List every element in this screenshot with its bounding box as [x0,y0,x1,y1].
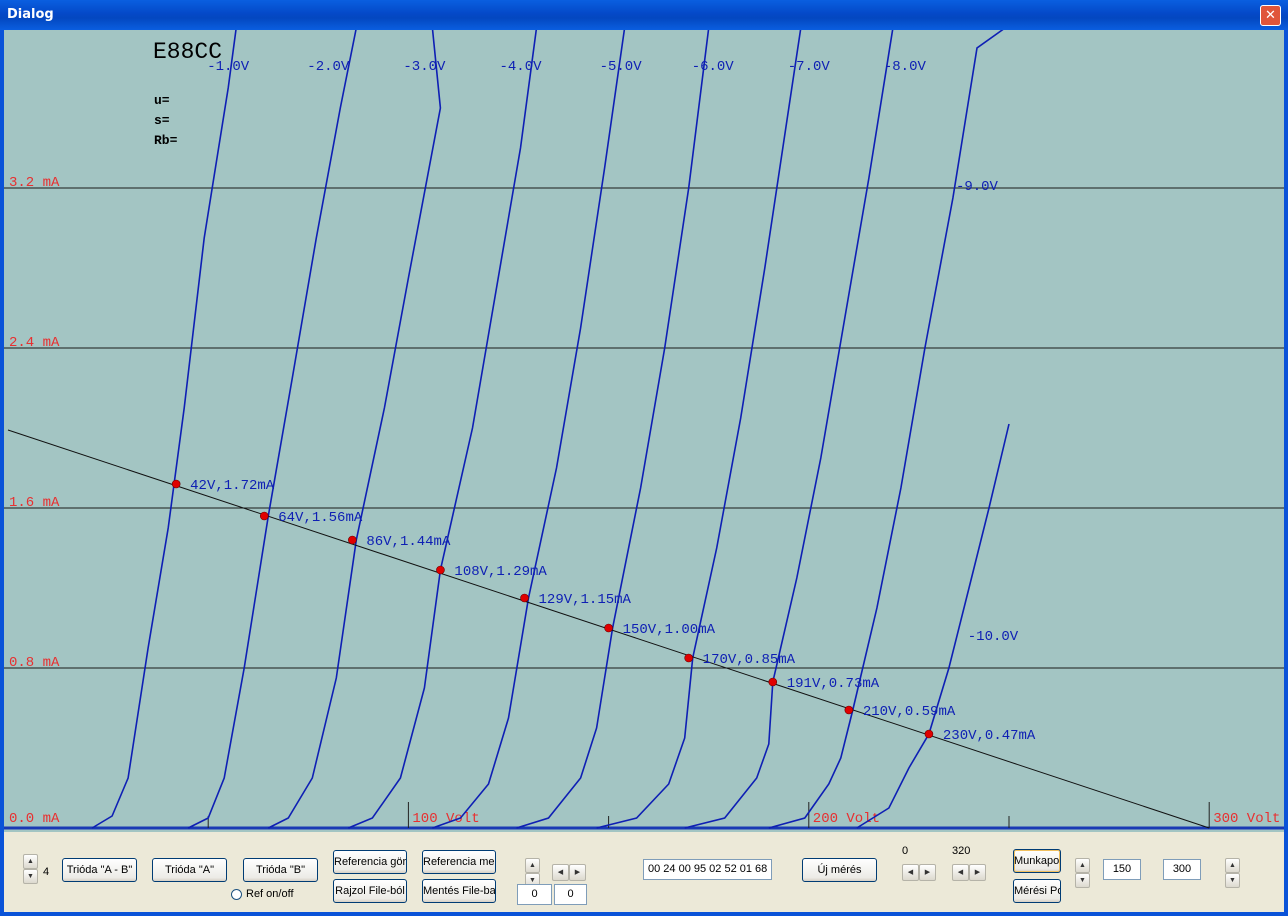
range-high-stepper[interactable]: ◀ ▶ [952,864,986,881]
curve-label: -8.0V [884,59,927,75]
operating-point-label: 150V,1.00mA [623,622,716,638]
ref-save-button[interactable]: Referencia mentés [422,850,496,874]
operating-point-marker [844,705,854,715]
arrow-right-icon[interactable]: ▶ [969,864,986,881]
spin-down-icon[interactable]: ▼ [1075,873,1090,888]
arrow-left-icon[interactable]: ◀ [552,864,569,881]
field-150[interactable]: 150 [1103,859,1141,880]
spin-up-icon[interactable]: ▲ [525,858,540,873]
shift-stepper[interactable]: ◀ ▶ [552,864,586,881]
spin-up-icon[interactable]: ▲ [1225,858,1240,873]
arrow-right-icon[interactable]: ▶ [919,864,936,881]
trioda-b-button[interactable]: Trióda "B" [243,858,318,882]
operating-point-marker [348,535,357,545]
operating-point-marker [604,623,613,633]
spin-down-icon[interactable]: ▼ [1225,873,1240,888]
value-spinner-b[interactable]: ▲ ▼ [1225,858,1240,888]
operating-point-label: 191V,0.73mA [787,676,880,692]
spin-up-icon[interactable]: ▲ [1075,858,1090,873]
param-label: s= [154,113,170,128]
new-measurement-button[interactable]: Új mérés [802,858,877,882]
y-tick-label: 2.4 mA [9,335,60,351]
curve-label: -7.0V [788,59,831,75]
param-label: u= [154,93,170,108]
y-tick-label: 0.8 mA [9,655,60,671]
ref-toggle-radio[interactable] [231,889,242,900]
operating-point-marker [171,479,181,489]
trioda-a-button[interactable]: Trióda "A" [152,858,227,882]
plot-background [4,30,1284,832]
spin-down-icon[interactable]: ▼ [23,869,38,884]
range-high-label: 320 [952,845,971,857]
operating-point-label: 129V,1.15mA [539,592,632,608]
operating-point-label: 210V,0.59mA [863,704,956,720]
trioda-ab-button[interactable]: Trióda "A - B" [62,858,137,882]
draw-from-file-button[interactable]: Rajzol File-ból [333,879,407,903]
control-panel: ▲ ▼ 4 Trióda "A - B" Trióda "A" Trióda "… [4,832,1284,912]
range-low-label: 0 [902,845,909,857]
operating-point-marker [520,593,529,603]
operating-point-label: 42V,1.72mA [190,478,275,494]
tube-characteristics-chart: 0.0 mA 0.8 mA 1.6 mA 2.4 mA 3.2 mA 100 Volt 20… [4,30,1284,832]
operating-point-label: 230V,0.47mA [943,728,1036,744]
curve-label: -2.0V [307,59,350,75]
spin-up-icon[interactable]: ▲ [23,854,38,869]
operating-point-label: 108V,1.29mA [454,564,547,580]
curve-label: -5.0V [600,59,643,75]
operating-point-label: 170V,0.85mA [703,652,796,668]
y-tick-label: 0.0 mA [9,811,60,827]
x-tick-label: 100 Volt [412,811,479,827]
curve-count-spinner[interactable]: ▲ ▼ [23,854,38,884]
value-spinner-a[interactable]: ▲ ▼ [1075,858,1090,888]
curve-label: -4.0V [500,59,543,75]
close-button[interactable]: ✕ [1260,5,1281,26]
operating-point-marker [436,565,445,575]
curve-label: -10.0V [968,629,1019,645]
operating-point-button[interactable]: Munkapont [1013,849,1061,873]
operating-point-marker [768,677,778,687]
offset-field-b[interactable]: 0 [554,884,587,905]
curve-count-value: 4 [43,866,50,878]
hex-data-field[interactable]: 00 24 00 95 02 52 01 68 [643,859,772,880]
operating-point-marker [259,511,269,521]
offset-field-a[interactable]: 0 [517,884,552,905]
arrow-left-icon[interactable]: ◀ [902,864,919,881]
window-title: Dialog [7,7,54,22]
x-tick-label: 300 Volt [1213,811,1280,827]
field-300[interactable]: 300 [1163,859,1201,880]
curve-label: -3.0V [403,59,446,75]
arrow-right-icon[interactable]: ▶ [569,864,586,881]
ref-toggle-label: Ref on/off [246,888,294,900]
curve-label: -6.0V [692,59,735,75]
operating-point-label: 86V,1.44mA [366,534,451,550]
title-bar[interactable]: Dialog ✕ [0,0,1288,30]
ref-curve-button[interactable]: Referencia görbe [333,850,407,874]
curve-label: -9.0V [956,179,999,195]
range-low-stepper[interactable]: ◀ ▶ [902,864,936,881]
operating-point-label: 64V,1.56mA [278,510,363,526]
y-tick-label: 3.2 mA [9,175,60,191]
operating-point-marker [924,729,934,739]
arrow-left-icon[interactable]: ◀ [952,864,969,881]
tube-name: E88CC [153,39,222,65]
y-tick-label: 1.6 mA [9,495,60,511]
operating-point-marker [684,653,693,663]
param-label: Rb= [154,133,178,148]
save-to-file-button[interactable]: Mentés File-ba [422,879,496,903]
measure-point-button[interactable]: Mérési Pont [1013,879,1061,903]
